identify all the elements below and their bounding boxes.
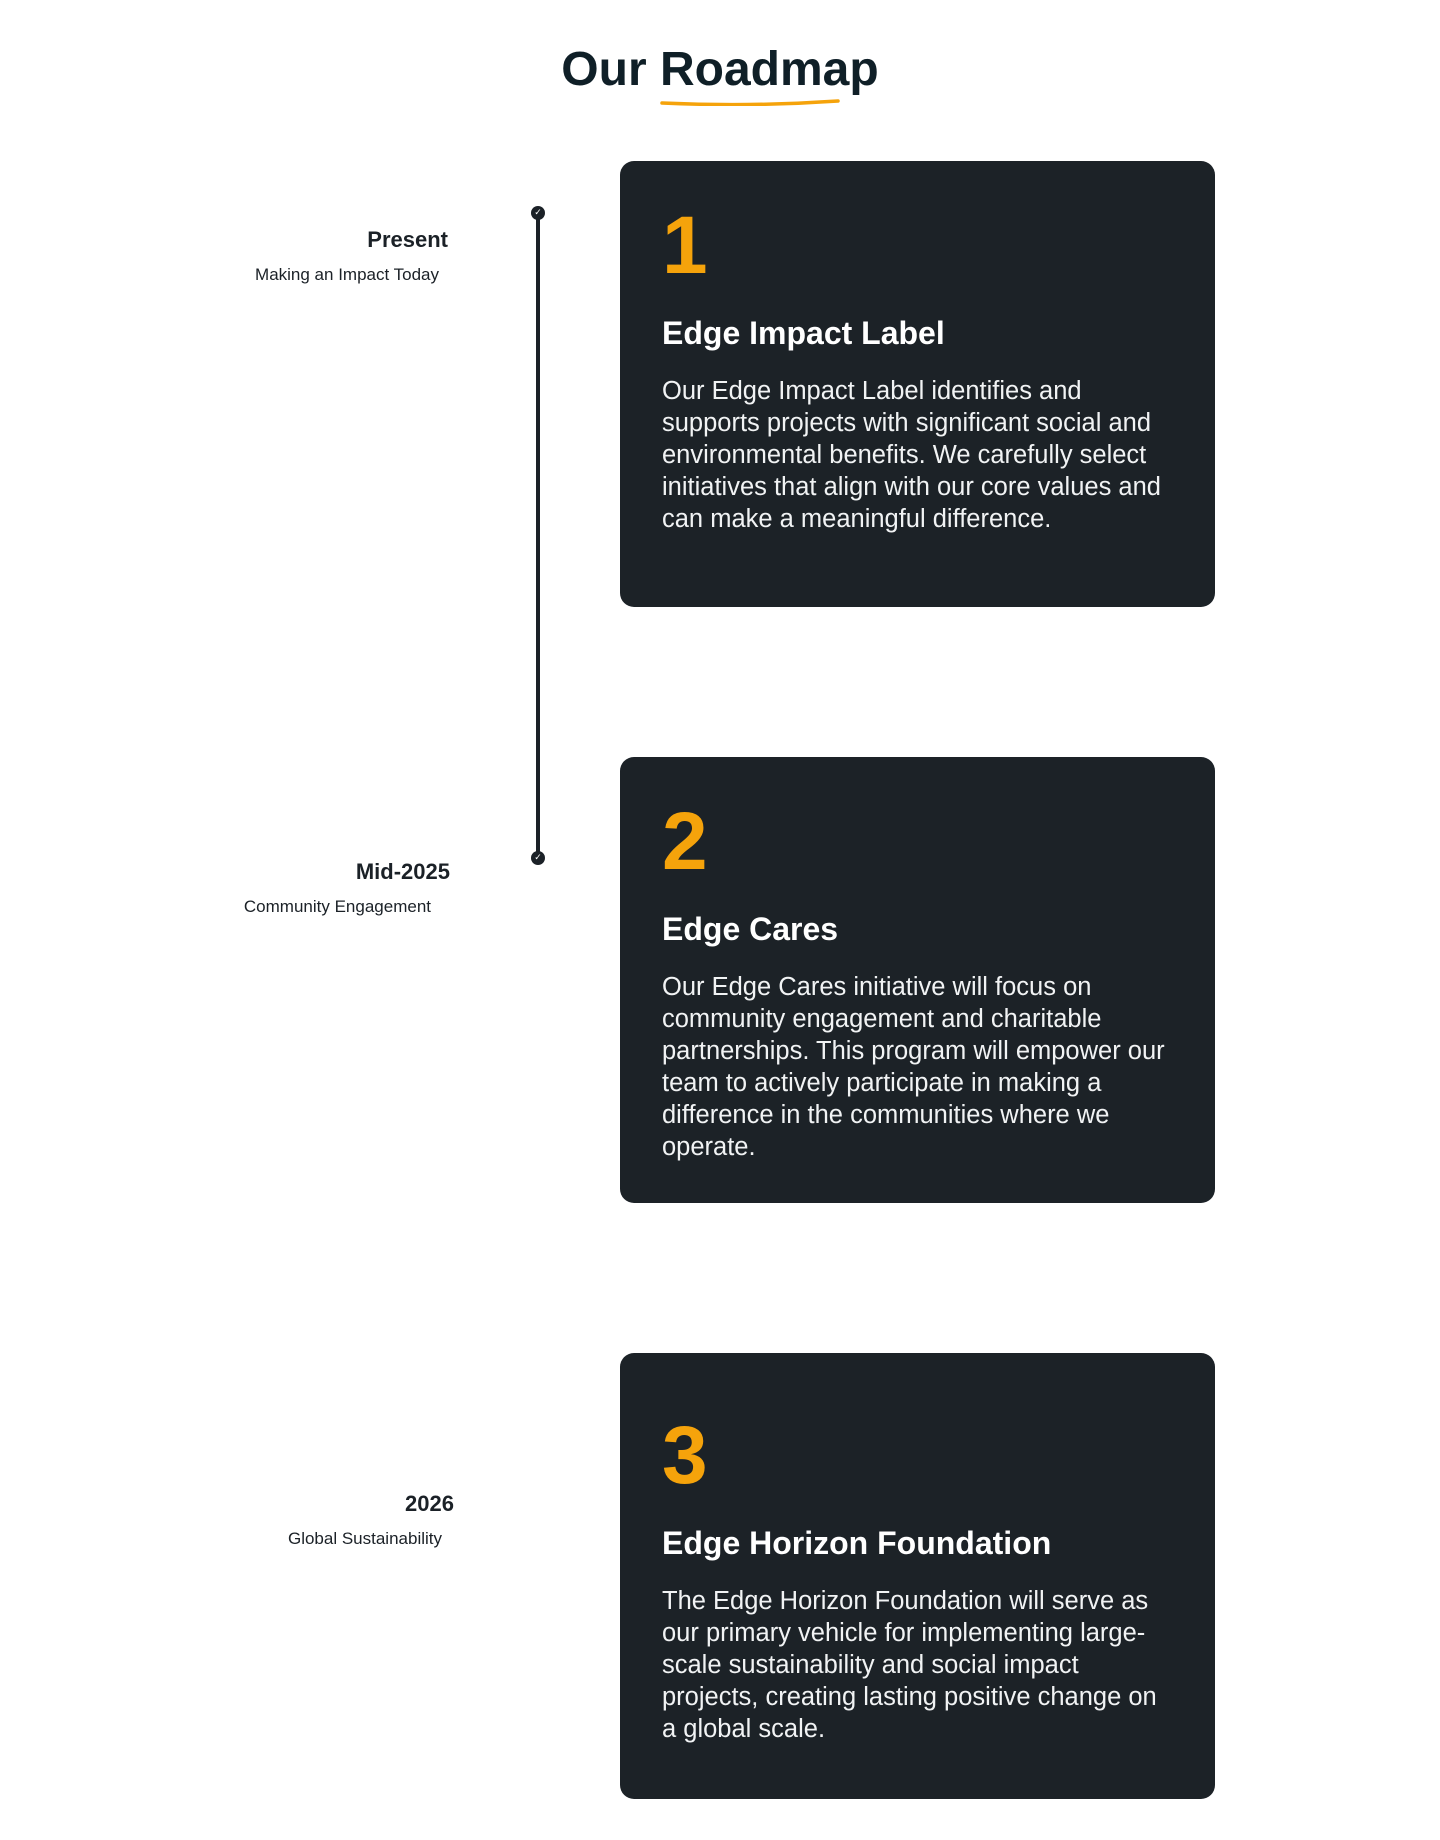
card-description: Our Edge Impact Label identifies and sup… [662, 377, 1161, 533]
roadmap-card-edge-cares: 2 Edge Cares Our Edge Cares initiative w… [620, 757, 1215, 1203]
check-icon: ✓ [531, 206, 545, 220]
page-title: Our Roadmap [0, 38, 1440, 106]
page-title-prefix: Our [561, 43, 647, 96]
card-title: Edge Horizon Foundation [662, 1525, 1052, 1561]
milestone-mid-2025: Mid-2025 Community Engagement [244, 858, 450, 918]
milestone-date: Present [367, 227, 448, 252]
title-underline-decoration [660, 99, 840, 106]
timeline-line [536, 212, 540, 856]
card-title: Edge Cares [662, 911, 839, 947]
card-number: 3 [662, 1410, 708, 1501]
milestone-caption: Global Sustainability [287, 1529, 442, 1548]
roadmap-card-edge-horizon-foundation: 3 Edge Horizon Foundation The Edge Horiz… [620, 1353, 1215, 1799]
card-description: The Edge Horizon Foundation will serve a… [662, 1587, 1157, 1743]
check-icon: ✓ [531, 851, 545, 865]
page-title-highlight: Roadmap [659, 38, 879, 106]
page-title-highlight-text: Roadmap [659, 43, 879, 96]
milestone-date: Mid-2025 [355, 859, 450, 884]
milestone-caption: Community Engagement [243, 897, 431, 916]
milestone-present: Present Making an Impact Today [255, 226, 448, 286]
card-number: 1 [662, 200, 708, 291]
milestone-date: 2026 [405, 1491, 454, 1516]
milestone-2026: 2026 Global Sustainability [288, 1490, 454, 1550]
roadmap-card-edge-impact-label: 1 Edge Impact Label Our Edge Impact Labe… [620, 161, 1215, 607]
card-title: Edge Impact Label [662, 315, 945, 351]
milestone-caption: Making an Impact Today [255, 265, 439, 284]
card-number: 2 [662, 796, 708, 887]
card-description: Our Edge Cares initiative will focus on … [662, 973, 1165, 1161]
